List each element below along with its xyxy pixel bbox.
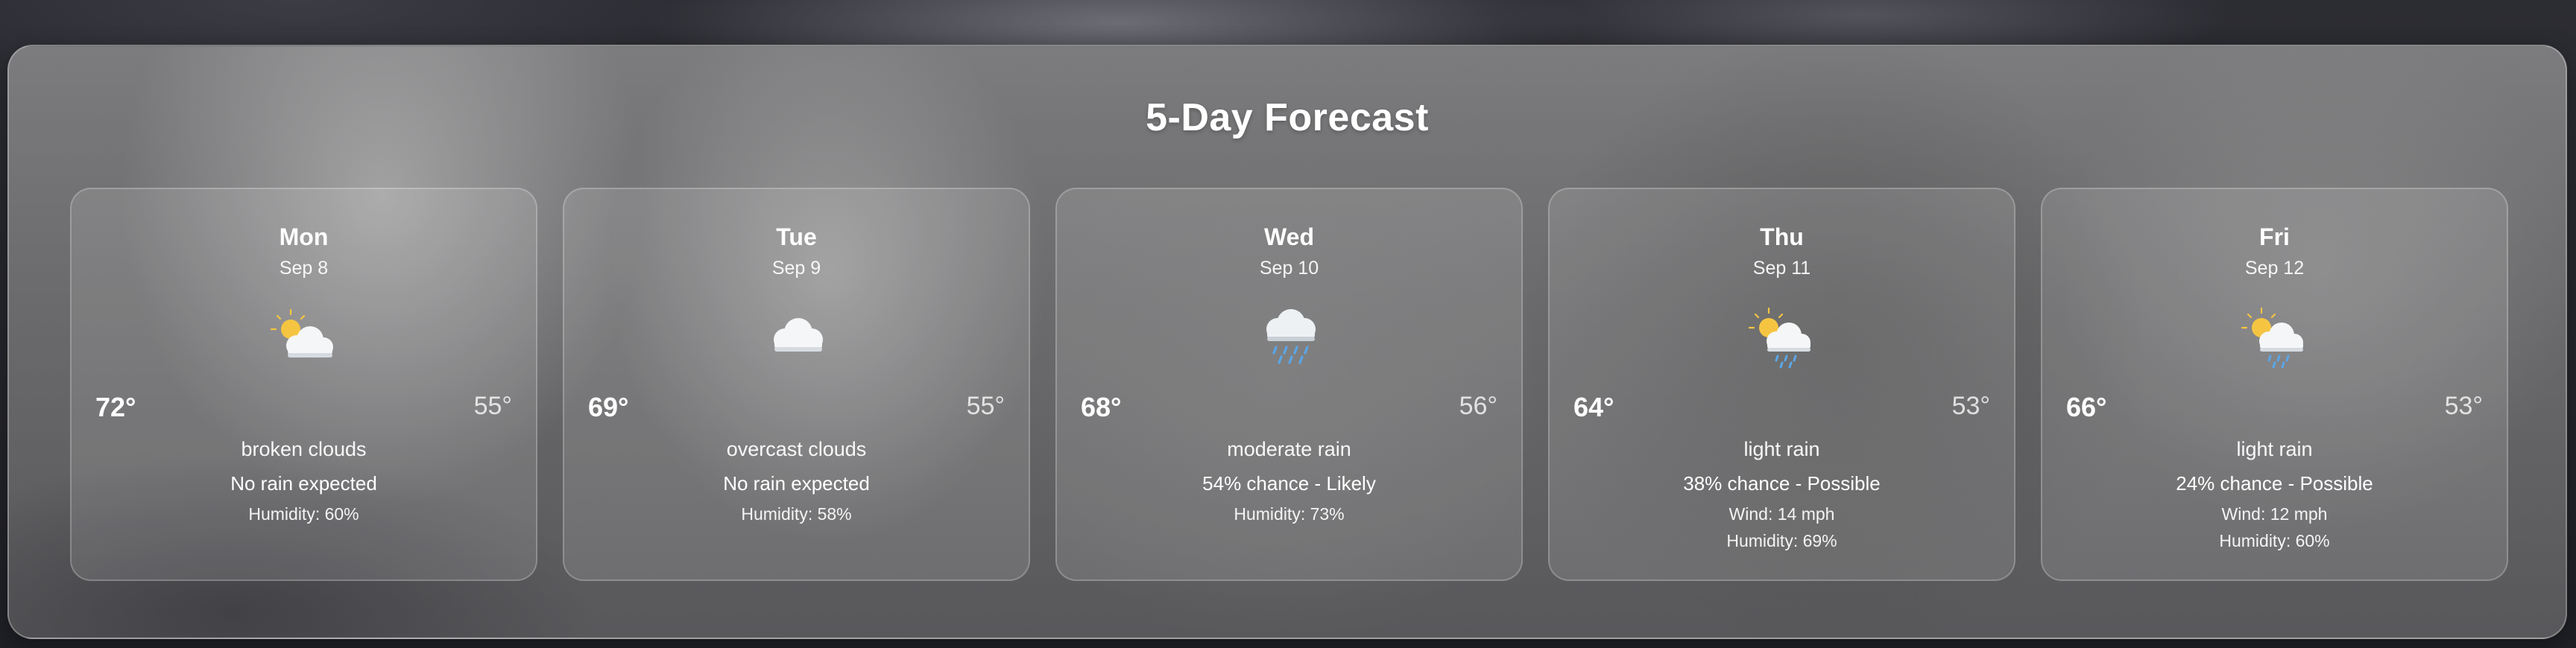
wind-speed: Wind: 12 mph xyxy=(2221,504,2328,524)
high-temp: 66° xyxy=(2066,392,2107,422)
humidity: Humidity: 69% xyxy=(1726,531,1837,550)
day-name: Mon xyxy=(279,223,329,250)
sun-rain-icon xyxy=(2241,307,2303,369)
weather-description: overcast clouds xyxy=(726,438,867,460)
day-name: Fri xyxy=(2259,223,2290,250)
high-temp: 64° xyxy=(1573,392,1614,422)
forecast-card-tue: Tue Sep 9 69° 55° overcast clouds No rai… xyxy=(563,188,1030,581)
high-temp: 68° xyxy=(1081,392,1122,422)
forecast-card-mon: Mon Sep 8 72° 55° broken clouds No rain … xyxy=(70,188,537,581)
forecast-card-thu: Thu Sep 11 64° 53° light rain 38% chance… xyxy=(1548,188,2015,581)
low-temp: 55° xyxy=(473,392,512,420)
weather-description: light rain xyxy=(2236,438,2313,460)
forecast-card-wed: Wed Sep 10 68° 56° moderate rain 54% cha… xyxy=(1055,188,1523,581)
low-temp: 55° xyxy=(966,392,1005,420)
forecast-cards: Mon Sep 8 72° 55° broken clouds No rain … xyxy=(70,188,2509,582)
rain-chance: 54% chance - Likely xyxy=(1202,472,1376,495)
humidity: Humidity: 58% xyxy=(741,504,852,524)
day-date: Sep 10 xyxy=(1259,258,1319,279)
rain-cloud-icon xyxy=(1266,309,1316,364)
details: Humidity: 58% xyxy=(564,501,1029,527)
rain-chance: No rain expected xyxy=(230,472,377,495)
forecast-title: 5-Day Forecast xyxy=(1146,96,1429,139)
low-temp: 56° xyxy=(1459,392,1497,420)
low-temp: 53° xyxy=(2444,392,2483,420)
day-name: Thu xyxy=(1760,223,1804,250)
details: Humidity: 60% xyxy=(72,501,536,527)
day-date: Sep 8 xyxy=(279,258,329,279)
high-temp: 72° xyxy=(95,392,136,422)
weather-description: broken clouds xyxy=(241,438,367,460)
forecast-panel: 5-Day Forecast Mon Sep 8 72° 55° broken … xyxy=(7,45,2567,639)
rain-chance: No rain expected xyxy=(723,472,870,495)
sun-rain-icon xyxy=(1748,307,1811,369)
day-date: Sep 12 xyxy=(2244,258,2305,279)
humidity: Humidity: 73% xyxy=(1234,504,1345,524)
day-date: Sep 11 xyxy=(1752,258,1811,279)
partly-cloudy-icon xyxy=(270,308,333,358)
low-temp: 53° xyxy=(1951,392,1990,420)
high-temp: 69° xyxy=(588,392,629,422)
weather-description: moderate rain xyxy=(1227,438,1351,460)
day-name: Wed xyxy=(1264,223,1314,250)
humidity: Humidity: 60% xyxy=(2219,531,2330,550)
day-date: Sep 9 xyxy=(771,258,821,279)
details: Wind: 14 mph Humidity: 69% xyxy=(1550,501,2014,554)
details: Wind: 12 mph Humidity: 60% xyxy=(2042,501,2507,554)
rain-chance: 38% chance - Possible xyxy=(1683,472,1881,495)
weather-description: light rain xyxy=(1743,438,1820,460)
wind-speed: Wind: 14 mph xyxy=(1729,504,1835,524)
day-name: Tue xyxy=(776,223,817,250)
details: Humidity: 73% xyxy=(1057,501,1521,527)
forecast-card-fri: Fri Sep 12 66° 53° light rain 24% chance… xyxy=(2041,188,2508,581)
cloud-icon xyxy=(773,318,823,352)
rain-chance: 24% chance - Possible xyxy=(2176,472,2373,495)
humidity: Humidity: 60% xyxy=(248,504,359,524)
